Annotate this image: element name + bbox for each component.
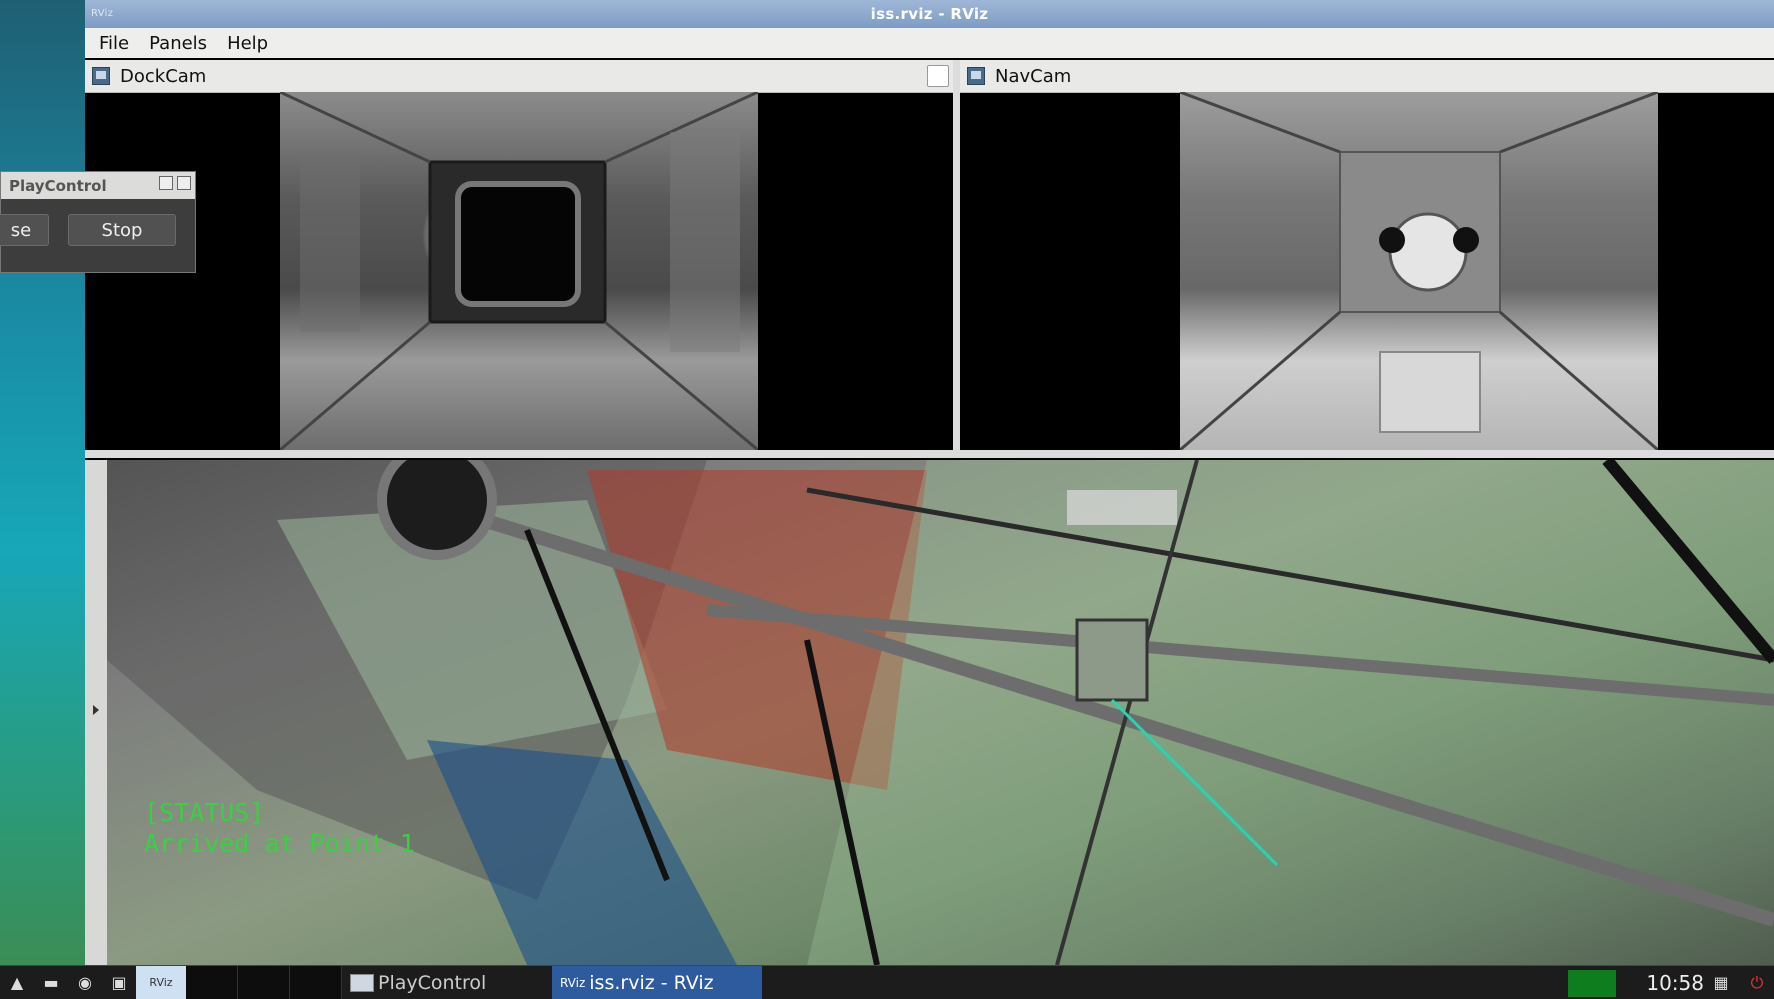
pause-button[interactable]: se — [0, 214, 49, 246]
rviz-icon: RViz — [560, 975, 586, 990]
window-title: iss.rviz - RViz — [870, 5, 989, 23]
panel-splitter[interactable] — [85, 450, 1774, 458]
navcam-header[interactable]: NavCam — [960, 60, 1774, 93]
taskbar-item-label: PlayControl — [378, 971, 487, 994]
rviz-logo-icon: RViz — [91, 8, 114, 19]
workspace-1[interactable] — [186, 966, 238, 999]
workspace-3[interactable] — [290, 966, 342, 999]
render-side-rail[interactable] — [85, 460, 107, 965]
browser-icon[interactable]: ◉ — [68, 966, 102, 999]
navcam-image — [1180, 92, 1658, 450]
workspace-2[interactable] — [238, 966, 290, 999]
menu-panels[interactable]: Panels — [149, 33, 207, 54]
panel-float-button[interactable] — [927, 65, 949, 87]
dockcam-header[interactable]: DockCam — [85, 60, 953, 93]
rviz-launcher-icon[interactable]: RViz — [136, 966, 186, 999]
navcam-corridor-lines — [1180, 92, 1658, 450]
menu-help[interactable]: Help — [227, 33, 268, 54]
network-icon[interactable]: ▦ — [1704, 966, 1738, 999]
rviz-window: RViz iss.rviz - RViz File Panels Help Do… — [85, 0, 1774, 965]
playcontrol-title: PlayControl — [9, 176, 107, 195]
taskbar-item-rviz[interactable]: RViz iss.rviz - RViz — [552, 966, 762, 999]
show-desktop-icon[interactable]: ▬ — [34, 966, 68, 999]
dockcam-panel: DockCam — [85, 60, 953, 450]
taskbar-item-label: iss.rviz - RViz — [589, 971, 714, 994]
minimize-icon[interactable] — [159, 176, 173, 190]
dockcam-corridor-lines — [280, 92, 758, 450]
file-manager-icon[interactable]: ▣ — [102, 966, 136, 999]
3d-render-view[interactable]: [STATUS] Arrived at Point-1 — [107, 460, 1774, 965]
status-heading: [STATUS] — [144, 798, 265, 827]
dockcam-title: DockCam — [120, 65, 207, 87]
taskbar-item-playcontrol[interactable]: PlayControl — [342, 966, 552, 999]
status-overlay: [STATUS] Arrived at Point-1 — [144, 797, 415, 859]
power-icon[interactable]: ⏻ — [1740, 966, 1774, 999]
dockcam-image — [280, 92, 758, 450]
navcam-panel: NavCam — [960, 60, 1774, 450]
window-icon — [350, 973, 374, 992]
taskbar: ▲ ▬ ◉ ▣ RViz PlayControl RViz iss.rviz -… — [0, 965, 1774, 999]
image-panel-icon — [967, 67, 985, 85]
playcontrol-title-bar[interactable]: PlayControl — [1, 172, 195, 199]
menu-bar: File Panels Help — [85, 28, 1774, 58]
iss-module-scene — [107, 460, 1774, 965]
expand-arrow-icon[interactable] — [93, 705, 99, 715]
panel-splitter-vertical[interactable] — [953, 60, 960, 450]
start-menu-icon[interactable]: ▲ — [0, 966, 34, 999]
playcontrol-window: PlayControl se Stop — [0, 171, 196, 273]
clock[interactable]: 10:58 — [1646, 966, 1704, 999]
menu-file[interactable]: File — [99, 33, 129, 54]
status-message: Arrived at Point-1 — [144, 829, 415, 858]
maximize-icon[interactable] — [177, 176, 191, 190]
cpu-monitor — [1568, 970, 1616, 997]
image-panel-icon — [92, 67, 110, 85]
navcam-title: NavCam — [995, 65, 1072, 87]
stop-button[interactable]: Stop — [68, 214, 176, 246]
title-bar[interactable]: RViz iss.rviz - RViz — [85, 0, 1774, 28]
